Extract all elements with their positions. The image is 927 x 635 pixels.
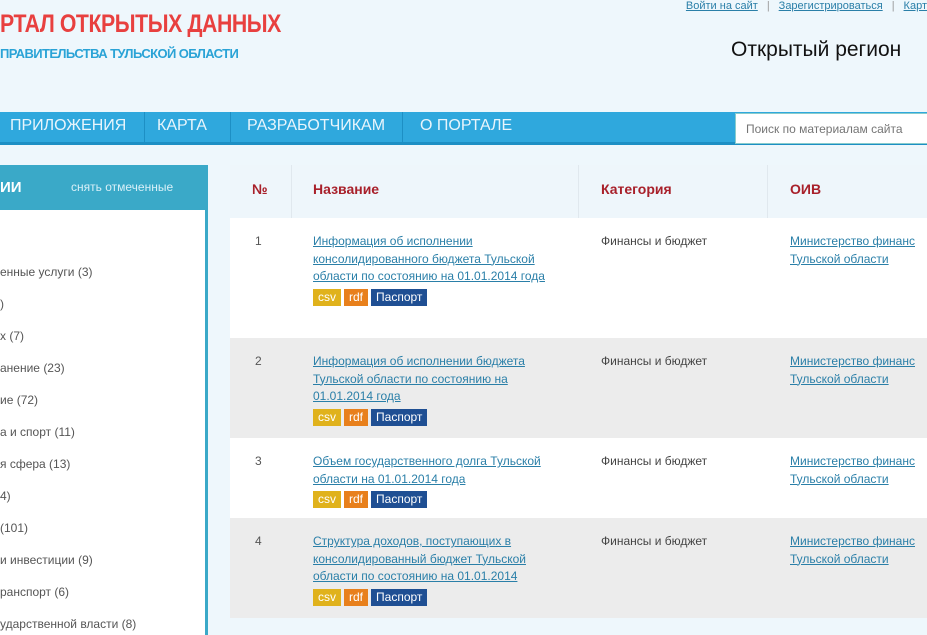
dataset-cell: Структура доходов, поступающих в консоли…: [313, 533, 568, 606]
category-sidebar: ИИ снять отмеченные енные услуги (3)) х (…: [0, 165, 208, 635]
nav-apps[interactable]: ПРИЛОЖЕНИЯ: [0, 112, 145, 142]
csv-button[interactable]: csv: [313, 491, 341, 508]
login-link[interactable]: Войти на сайт: [686, 0, 758, 12]
rdf-button[interactable]: rdf: [344, 491, 369, 508]
row-number: 3: [255, 454, 262, 468]
nav-developers[interactable]: РАЗРАБОТЧИКАМ: [233, 112, 403, 142]
row-number: 4: [255, 534, 262, 548]
category-cell: Финансы и бюджет: [601, 534, 708, 548]
col-category[interactable]: Категория: [579, 165, 768, 218]
rdf-button[interactable]: rdf: [344, 408, 369, 426]
dataset-cell: Объем государственного долга Тульской об…: [313, 453, 568, 508]
table-row: 3 Объем государственного долга Тульской …: [230, 438, 927, 518]
sidebar-category-item[interactable]: ): [0, 297, 4, 311]
category-cell: Финансы и бюджет: [601, 454, 708, 468]
oiv-link[interactable]: Тульской области: [790, 552, 889, 566]
register-link[interactable]: Зарегистрироваться: [779, 0, 883, 12]
rdf-button[interactable]: rdf: [344, 588, 369, 606]
logo-subtitle: ПРАВИТЕЛЬСТВА ТУЛЬСКОЙ ОБЛАСТИ: [0, 46, 239, 61]
passport-button[interactable]: Паспорт: [371, 408, 428, 426]
sidebar-category-item[interactable]: и инвестиции (9): [0, 553, 93, 567]
search-input[interactable]: [735, 113, 927, 144]
sidebar-header: ИИ снять отмеченные: [0, 165, 208, 210]
sidebar-category-item[interactable]: ударственной власти (8): [0, 617, 136, 631]
divider: |: [891, 0, 895, 12]
oiv-link[interactable]: Министерство финанс: [790, 454, 915, 468]
dataset-cell: Информация об исполнении бюджета Тульско…: [313, 353, 568, 426]
sidebar-category-item[interactable]: 4): [0, 489, 11, 503]
format-badges: csv rdf Паспорт: [313, 491, 568, 508]
oiv-cell: Министерство финанс Тульской области: [790, 353, 915, 388]
csv-button[interactable]: csv: [313, 588, 341, 606]
oiv-link[interactable]: Министерство финанс: [790, 534, 915, 548]
col-oiv[interactable]: ОИВ: [768, 165, 927, 218]
csv-button[interactable]: csv: [313, 288, 341, 306]
nav-about[interactable]: О ПОРТАЛЕ: [405, 112, 522, 142]
map-link[interactable]: Карт: [904, 0, 927, 12]
oiv-link[interactable]: Министерство финанс: [790, 234, 915, 248]
oiv-cell: Министерство финанс Тульской области: [790, 533, 915, 568]
logo-title[interactable]: РТАЛ ОТКРЫТЫХ ДАННЫХ: [0, 10, 281, 39]
table-row: 2 Информация об исполнении бюджета Тульс…: [230, 338, 927, 438]
passport-button[interactable]: Паспорт: [371, 588, 428, 606]
top-links: Войти на сайт | Зарегистрироваться | Карт: [686, 0, 927, 12]
table-row: 4 Структура доходов, поступающих в консо…: [230, 518, 927, 618]
dataset-link[interactable]: Структура доходов, поступающих в консоли…: [313, 534, 526, 583]
uncheck-all-link[interactable]: снять отмеченные: [71, 180, 173, 194]
oiv-link[interactable]: Министерство финанс: [790, 354, 915, 368]
nav-map[interactable]: КАРТА: [147, 112, 231, 142]
category-cell: Финансы и бюджет: [601, 354, 708, 368]
passport-button[interactable]: Паспорт: [371, 288, 428, 306]
table-header: № Название Категория ОИВ: [230, 165, 927, 218]
sidebar-category-item[interactable]: (101): [0, 521, 28, 535]
col-num[interactable]: №: [230, 165, 292, 218]
dataset-link[interactable]: Объем государственного долга Тульской об…: [313, 454, 541, 486]
row-number: 2: [255, 354, 262, 368]
col-title[interactable]: Название: [292, 165, 579, 218]
row-number: 1: [255, 234, 262, 248]
sidebar-title: ИИ: [0, 179, 22, 196]
format-badges: csv rdf Паспорт: [313, 288, 568, 306]
table-row: 1 Информация об исполнении консолидирова…: [230, 218, 927, 338]
sidebar-category-item[interactable]: х (7): [0, 329, 24, 343]
dataset-link[interactable]: Информация об исполнении консолидированн…: [313, 234, 545, 283]
divider: |: [766, 0, 770, 12]
region-title: Открытый регион: [731, 38, 902, 61]
oiv-link[interactable]: Тульской области: [790, 372, 889, 386]
oiv-link[interactable]: Тульской области: [790, 472, 889, 486]
csv-button[interactable]: csv: [313, 408, 341, 426]
sidebar-category-item[interactable]: я сфера (13): [0, 457, 70, 471]
sidebar-category-item[interactable]: а и спорт (11): [0, 425, 75, 439]
passport-button[interactable]: Паспорт: [371, 491, 428, 508]
oiv-cell: Министерство финанс Тульской области: [790, 453, 915, 488]
dataset-cell: Информация об исполнении консолидированн…: [313, 233, 568, 306]
sidebar-category-item[interactable]: енные услуги (3): [0, 265, 93, 279]
category-cell: Финансы и бюджет: [601, 234, 708, 248]
oiv-cell: Министерство финанс Тульской области: [790, 233, 915, 268]
format-badges: csv rdf Паспорт: [313, 408, 568, 426]
sidebar-category-item[interactable]: ранспорт (6): [0, 585, 69, 599]
dataset-link[interactable]: Информация об исполнении бюджета Тульско…: [313, 354, 525, 403]
oiv-link[interactable]: Тульской области: [790, 252, 889, 266]
format-badges: csv rdf Паспорт: [313, 588, 568, 606]
sidebar-category-item[interactable]: ие (72): [0, 393, 38, 407]
sidebar-category-item[interactable]: анение (23): [0, 361, 65, 375]
rdf-button[interactable]: rdf: [344, 288, 369, 306]
